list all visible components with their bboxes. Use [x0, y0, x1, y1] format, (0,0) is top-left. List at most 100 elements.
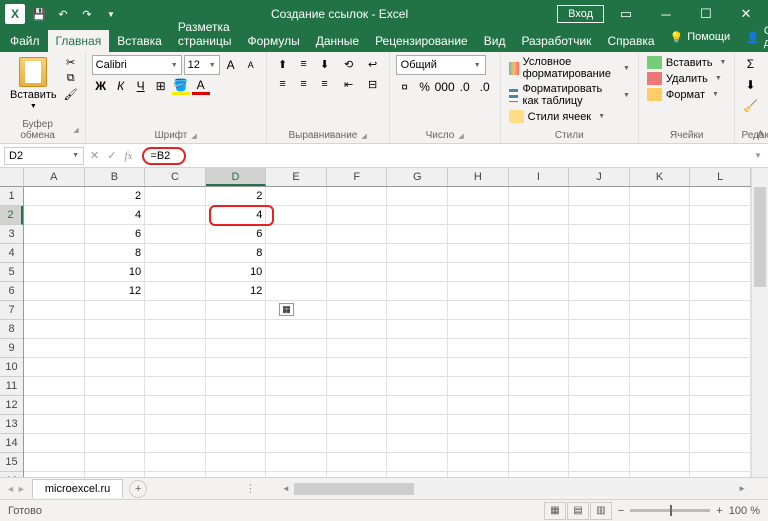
- cell[interactable]: [509, 244, 570, 263]
- cell[interactable]: [509, 320, 570, 339]
- cell[interactable]: [266, 206, 327, 225]
- cell[interactable]: [206, 320, 267, 339]
- cell[interactable]: 10: [85, 263, 146, 282]
- cell[interactable]: [327, 396, 388, 415]
- cell[interactable]: [569, 453, 630, 472]
- align-right-icon[interactable]: ≡: [315, 75, 335, 93]
- cell[interactable]: [630, 263, 691, 282]
- paste-button[interactable]: Вставить ▼: [6, 55, 61, 112]
- page-layout-view-icon[interactable]: ▤: [567, 502, 589, 520]
- cell[interactable]: [448, 263, 509, 282]
- cell[interactable]: [145, 339, 206, 358]
- cell[interactable]: [327, 339, 388, 358]
- zoom-out-icon[interactable]: −: [618, 505, 624, 517]
- cell[interactable]: [690, 434, 751, 453]
- cell[interactable]: [24, 339, 85, 358]
- tab-help[interactable]: Справка: [599, 30, 662, 52]
- font-color-icon[interactable]: A: [192, 77, 210, 95]
- cell[interactable]: [266, 434, 327, 453]
- cell[interactable]: [206, 472, 267, 477]
- cell[interactable]: [509, 225, 570, 244]
- cell[interactable]: [690, 187, 751, 206]
- tab-formulas[interactable]: Формулы: [239, 30, 307, 52]
- cell[interactable]: [630, 434, 691, 453]
- row-header[interactable]: 4: [0, 244, 23, 263]
- cell[interactable]: [24, 206, 85, 225]
- cell[interactable]: [206, 301, 267, 320]
- confirm-formula-icon[interactable]: ✓: [107, 149, 116, 162]
- column-header[interactable]: D: [206, 168, 267, 186]
- cell[interactable]: [509, 206, 570, 225]
- column-header[interactable]: L: [690, 168, 751, 186]
- cell[interactable]: [448, 453, 509, 472]
- cell[interactable]: 4: [206, 206, 267, 225]
- cell[interactable]: [509, 453, 570, 472]
- cell[interactable]: [448, 415, 509, 434]
- cell[interactable]: 10: [206, 263, 267, 282]
- format-cells-button[interactable]: Формат▼: [645, 87, 729, 102]
- tab-insert[interactable]: Вставка: [109, 30, 170, 52]
- collapse-ribbon-icon[interactable]: ᐱ: [757, 130, 764, 141]
- border-icon[interactable]: ⊞: [152, 77, 170, 95]
- delete-cells-button[interactable]: Удалить▼: [645, 71, 729, 86]
- dialog-launcher-icon[interactable]: ◢: [458, 132, 463, 140]
- cell[interactable]: [24, 301, 85, 320]
- cell[interactable]: [509, 187, 570, 206]
- cell[interactable]: [24, 453, 85, 472]
- cell[interactable]: [266, 377, 327, 396]
- cell[interactable]: [630, 282, 691, 301]
- row-header[interactable]: 9: [0, 339, 23, 358]
- cell[interactable]: [630, 453, 691, 472]
- row-header[interactable]: 10: [0, 358, 23, 377]
- cell[interactable]: [630, 301, 691, 320]
- row-header[interactable]: 13: [0, 415, 23, 434]
- cell[interactable]: [448, 434, 509, 453]
- row-header[interactable]: 16: [0, 472, 23, 477]
- underline-icon[interactable]: Ч: [132, 77, 150, 95]
- cell[interactable]: [387, 339, 448, 358]
- cell[interactable]: [145, 263, 206, 282]
- column-header[interactable]: G: [387, 168, 448, 186]
- cell[interactable]: [266, 396, 327, 415]
- cell[interactable]: [569, 225, 630, 244]
- normal-view-icon[interactable]: ▦: [544, 502, 566, 520]
- tab-view[interactable]: Вид: [476, 30, 514, 52]
- cell[interactable]: [327, 453, 388, 472]
- row-header[interactable]: 1: [0, 187, 23, 206]
- cell[interactable]: [24, 263, 85, 282]
- fill-color-icon[interactable]: 🪣: [172, 77, 190, 95]
- cell[interactable]: [448, 225, 509, 244]
- qat-dropdown-icon[interactable]: ▼: [100, 3, 122, 25]
- zoom-slider[interactable]: [630, 509, 710, 512]
- cell[interactable]: [266, 187, 327, 206]
- dialog-launcher-icon[interactable]: ◢: [73, 126, 78, 134]
- cell[interactable]: [327, 358, 388, 377]
- italic-icon[interactable]: К: [112, 77, 130, 95]
- cell[interactable]: [24, 415, 85, 434]
- sign-in-button[interactable]: Вход: [557, 5, 604, 23]
- cell[interactable]: [387, 263, 448, 282]
- cell[interactable]: [387, 396, 448, 415]
- bold-icon[interactable]: Ж: [92, 77, 110, 95]
- cell[interactable]: [387, 225, 448, 244]
- wrap-text-icon[interactable]: ↩: [363, 55, 383, 73]
- cell[interactable]: [569, 339, 630, 358]
- number-format-select[interactable]: Общий▼: [396, 55, 486, 75]
- cell[interactable]: [266, 301, 327, 320]
- cell[interactable]: [387, 415, 448, 434]
- cell[interactable]: [509, 339, 570, 358]
- cell[interactable]: [448, 244, 509, 263]
- cell[interactable]: [85, 472, 146, 477]
- cell[interactable]: [266, 263, 327, 282]
- column-header[interactable]: K: [630, 168, 691, 186]
- row-header[interactable]: 3: [0, 225, 23, 244]
- cell[interactable]: [690, 339, 751, 358]
- cell[interactable]: [85, 377, 146, 396]
- cell[interactable]: [266, 339, 327, 358]
- cell[interactable]: [387, 187, 448, 206]
- cell[interactable]: [387, 244, 448, 263]
- cancel-formula-icon[interactable]: ✕: [90, 149, 99, 162]
- save-icon[interactable]: 💾: [28, 3, 50, 25]
- cell[interactable]: [206, 339, 267, 358]
- column-header[interactable]: A: [24, 168, 85, 186]
